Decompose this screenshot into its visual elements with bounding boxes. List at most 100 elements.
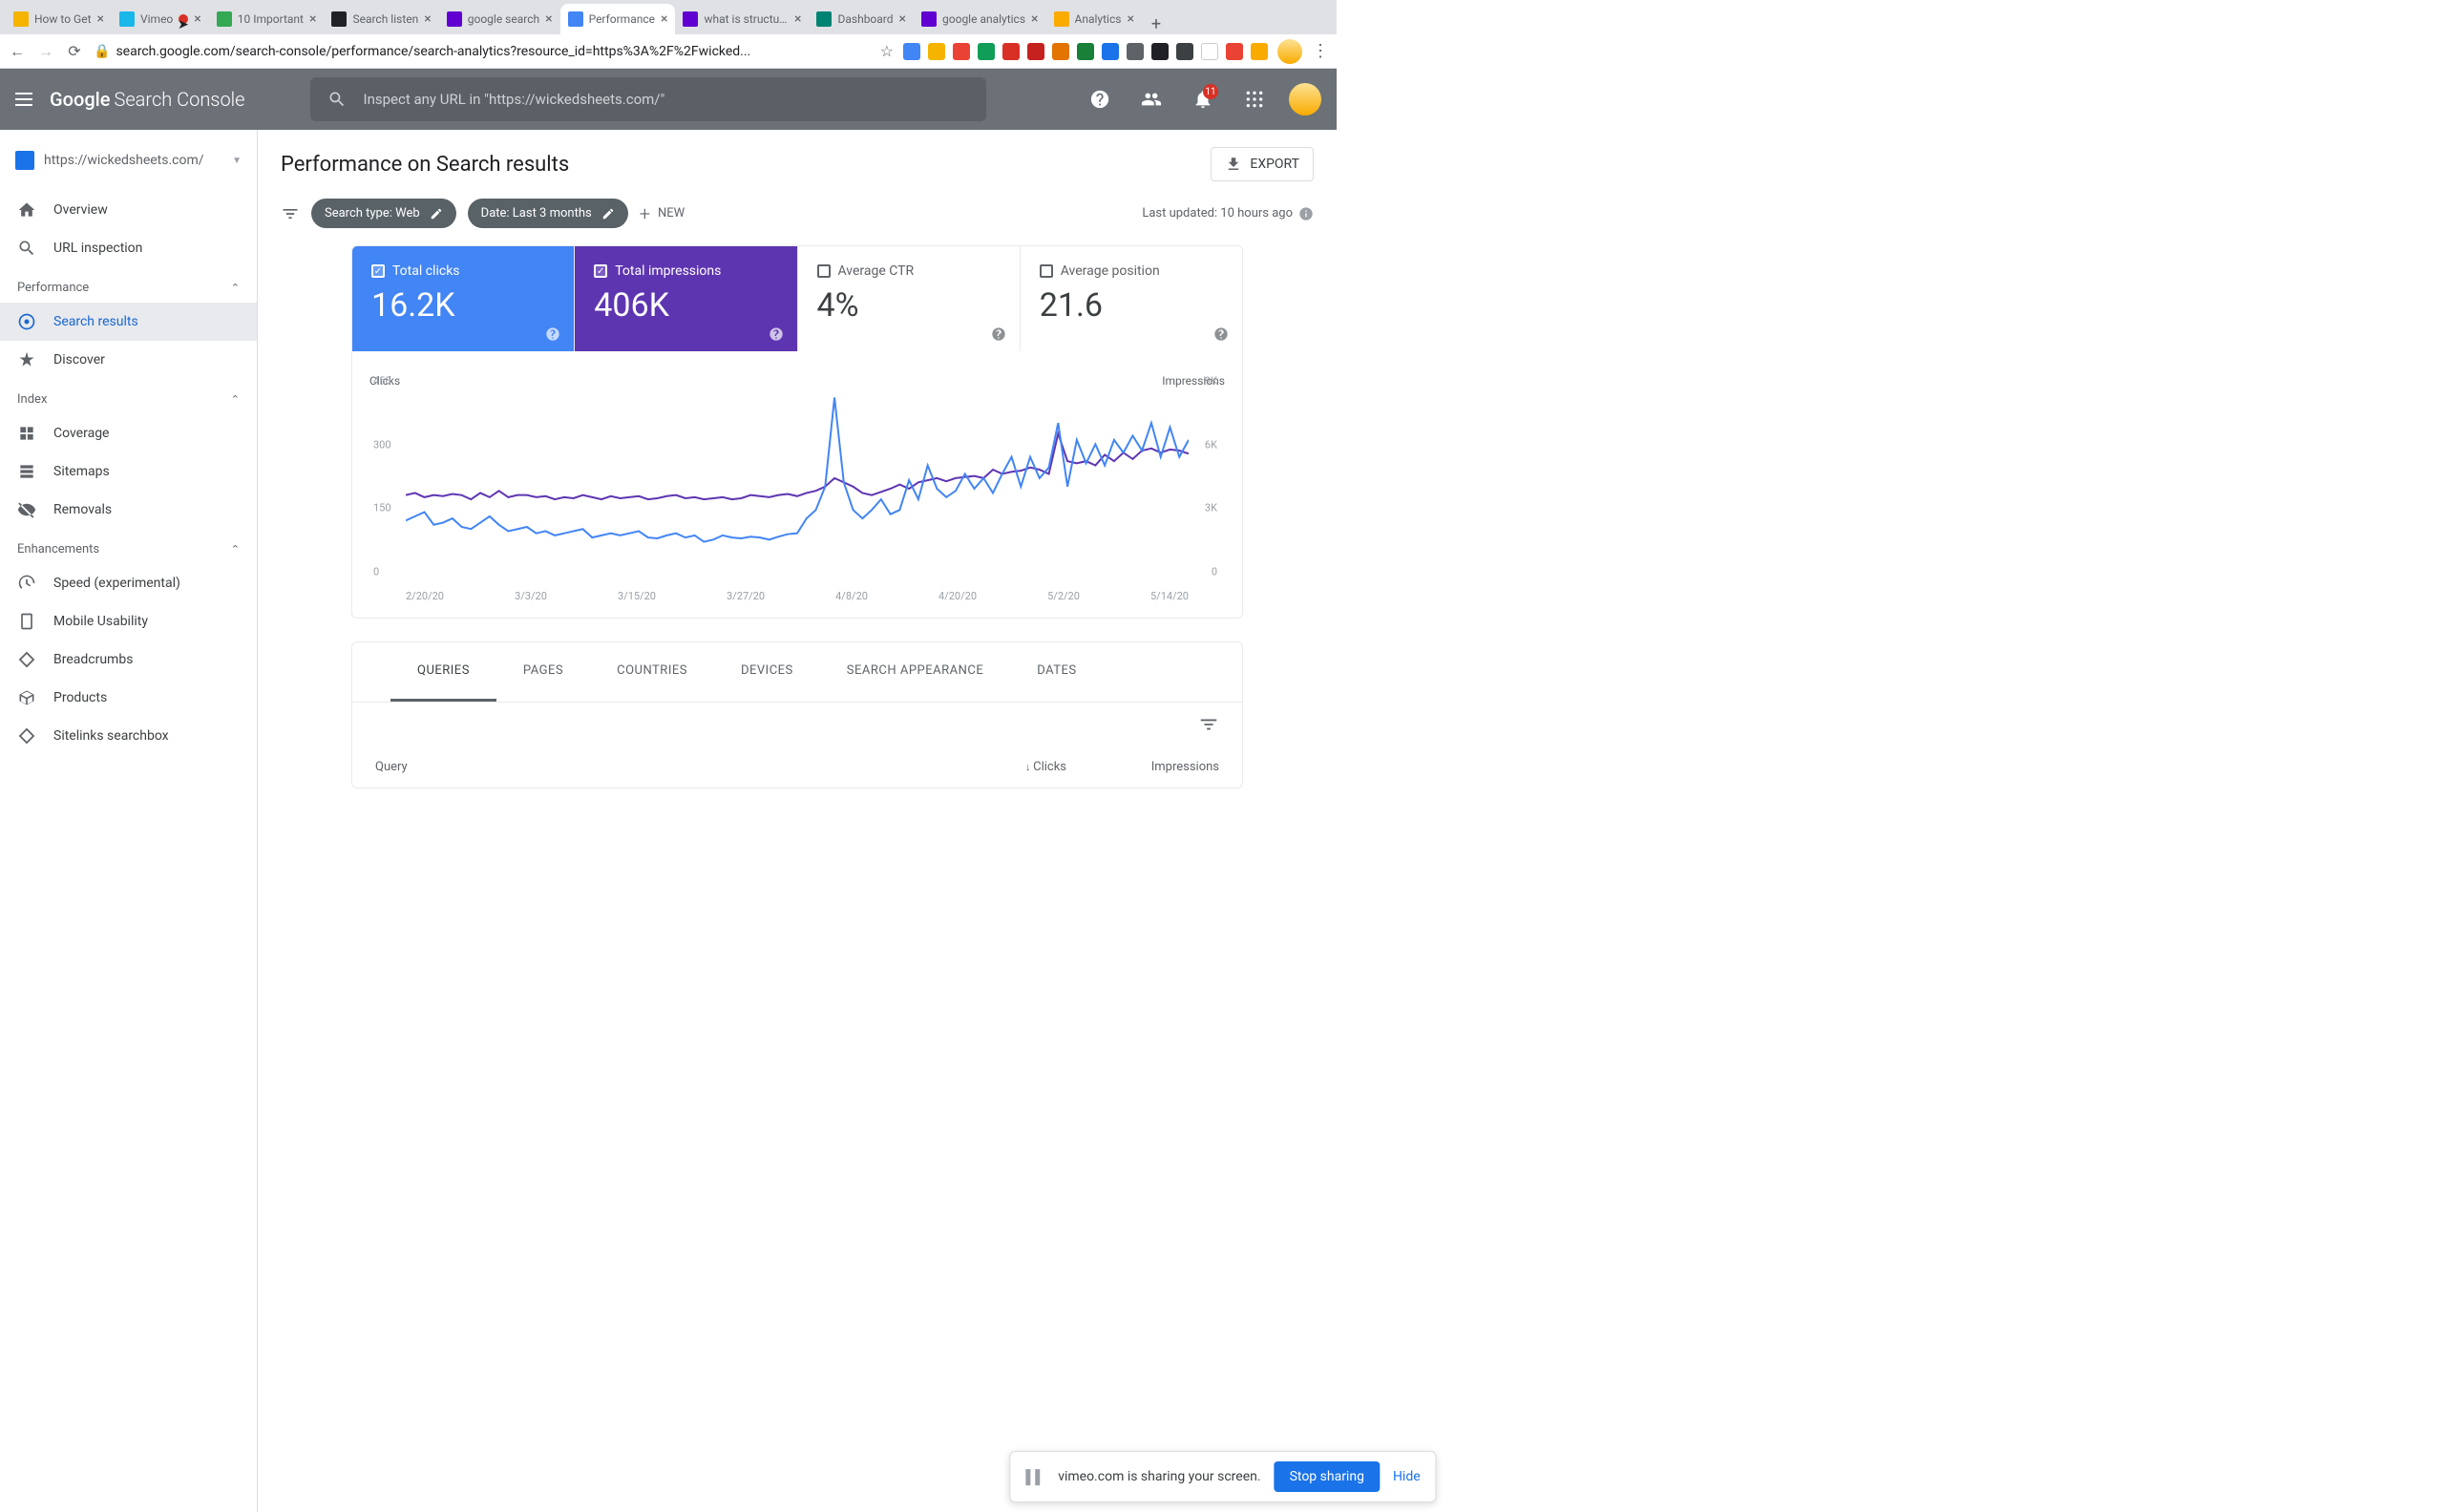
help-icon[interactable]: [1083, 82, 1117, 116]
property-selector[interactable]: https://wickedsheets.com/ ▼: [0, 141, 257, 179]
browser-tab[interactable]: Search listen×: [324, 4, 438, 34]
ext-icon[interactable]: [1226, 43, 1243, 60]
add-filter-button[interactable]: + NEW: [640, 202, 685, 225]
close-icon[interactable]: ×: [424, 11, 431, 27]
browser-tab[interactable]: google analytics×: [914, 4, 1046, 34]
browser-tab[interactable]: Analytics ×: [1046, 4, 1142, 34]
url-inspect-input[interactable]: [364, 91, 969, 108]
star-icon[interactable]: ☆: [880, 42, 894, 60]
ext-icon[interactable]: [1102, 43, 1119, 60]
metric-label: Total impressions: [615, 263, 721, 279]
ext-icon[interactable]: [1002, 43, 1020, 60]
ext-icon[interactable]: [928, 43, 945, 60]
filter-chip-date[interactable]: Date: Last 3 months: [468, 199, 628, 228]
apps-icon[interactable]: [1237, 82, 1272, 116]
share-message: vimeo.com is sharing your screen.: [1058, 1469, 1260, 1484]
sidebar-item[interactable]: Products: [0, 679, 257, 717]
favicon-icon: [1054, 11, 1069, 27]
ext-icon[interactable]: [1251, 43, 1268, 60]
tab-title: Analytics: [1075, 12, 1122, 26]
ext-icon[interactable]: [1201, 43, 1218, 60]
metric-card[interactable]: Total clicks16.2K: [352, 246, 575, 351]
close-icon[interactable]: ×: [794, 11, 801, 27]
notifications-icon[interactable]: 11: [1186, 82, 1220, 116]
new-tab-button[interactable]: +: [1142, 14, 1170, 34]
close-icon[interactable]: ×: [661, 11, 667, 27]
ext-icon[interactable]: [1176, 43, 1193, 60]
browser-tab[interactable]: what is structured×: [675, 4, 809, 34]
sidebar-item[interactable]: Discover: [0, 341, 257, 379]
col-clicks[interactable]: ↓ Clicks: [914, 760, 1066, 774]
sidebar-item[interactable]: Mobile Usability: [0, 602, 257, 640]
users-icon[interactable]: [1134, 82, 1169, 116]
close-icon[interactable]: ×: [1031, 11, 1038, 27]
browser-tab[interactable]: google search×: [439, 4, 560, 34]
ext-icon[interactable]: [903, 43, 920, 60]
table-tab[interactable]: QUERIES: [390, 642, 496, 702]
close-icon[interactable]: ×: [545, 11, 552, 27]
table-tab[interactable]: SEARCH APPEARANCE: [820, 642, 1010, 702]
col-query[interactable]: Query: [375, 760, 914, 774]
help-icon[interactable]: [769, 326, 784, 342]
sidebar-item[interactable]: Sitelinks searchbox: [0, 717, 257, 755]
menu-icon[interactable]: [15, 93, 32, 106]
table-tab[interactable]: PAGES: [496, 642, 590, 702]
browser-menu-icon[interactable]: ⋮: [1312, 41, 1329, 61]
url-field[interactable]: 🔒 search.google.com/search-console/perfo…: [94, 44, 871, 59]
sidebar-item[interactable]: Breadcrumbs: [0, 640, 257, 679]
account-avatar[interactable]: [1289, 83, 1321, 116]
info-icon[interactable]: [1298, 206, 1314, 221]
ext-icon[interactable]: [1151, 43, 1169, 60]
sidebar-item-url-inspection[interactable]: URL inspection: [0, 229, 257, 267]
ext-icon[interactable]: [1077, 43, 1094, 60]
sidebar-group[interactable]: Performance⌃: [0, 267, 257, 303]
browser-tab[interactable]: How to Get×: [6, 4, 112, 34]
forward-button[interactable]: →: [36, 42, 55, 61]
filter-icon[interactable]: [281, 204, 300, 223]
metric-card[interactable]: Total impressions406K: [575, 246, 797, 351]
stop-sharing-button[interactable]: Stop sharing: [1275, 1461, 1380, 1492]
search-icon: [327, 90, 347, 109]
ext-icon[interactable]: [1127, 43, 1144, 60]
table-tab[interactable]: COUNTRIES: [590, 642, 714, 702]
sidebar-item[interactable]: Speed (experimental): [0, 564, 257, 602]
ext-icon[interactable]: [1027, 43, 1044, 60]
export-button[interactable]: EXPORT: [1211, 147, 1314, 181]
url-inspect-search[interactable]: [310, 77, 986, 121]
filter-chip-searchtype[interactable]: Search type: Web: [311, 199, 456, 228]
table-tab[interactable]: DEVICES: [714, 642, 820, 702]
help-icon[interactable]: [991, 326, 1006, 342]
browser-tab[interactable]: Performance×: [560, 4, 676, 34]
sidebar-item[interactable]: Coverage: [0, 414, 257, 452]
ext-icon[interactable]: [1052, 43, 1069, 60]
close-icon[interactable]: ×: [899, 11, 906, 27]
sidebar-group[interactable]: Index⌃: [0, 379, 257, 414]
help-icon[interactable]: [545, 326, 560, 342]
chart-plot[interactable]: 015030045003K6K9K: [406, 393, 1189, 584]
sidebar-group[interactable]: Enhancements⌃: [0, 529, 257, 564]
profile-avatar[interactable]: [1277, 39, 1302, 64]
browser-tab[interactable]: 10 Important×: [209, 4, 325, 34]
browser-tab[interactable]: Vimeo×: [112, 4, 209, 34]
close-icon[interactable]: ×: [309, 11, 316, 27]
metric-card[interactable]: Average CTR4%: [798, 246, 1021, 351]
table-tab[interactable]: DATES: [1010, 642, 1103, 702]
close-icon[interactable]: ×: [1127, 11, 1133, 27]
sidebar-item[interactable]: Removals: [0, 491, 257, 529]
reload-button[interactable]: ⟳: [65, 42, 84, 60]
col-impressions[interactable]: Impressions: [1066, 760, 1219, 774]
browser-tab[interactable]: Dashboard×: [809, 4, 914, 34]
checkbox-icon: [817, 264, 831, 278]
help-icon[interactable]: [1213, 326, 1229, 342]
sidebar-item[interactable]: Sitemaps: [0, 452, 257, 491]
table-filter-icon[interactable]: [1198, 714, 1219, 735]
ext-icon[interactable]: [978, 43, 995, 60]
hide-button[interactable]: Hide: [1393, 1469, 1421, 1484]
sidebar-item[interactable]: Search results: [0, 303, 257, 341]
back-button[interactable]: ←: [8, 42, 27, 61]
sidebar-item-overview[interactable]: Overview: [0, 191, 257, 229]
ext-icon[interactable]: [953, 43, 970, 60]
close-icon[interactable]: ×: [194, 11, 200, 27]
close-icon[interactable]: ×: [97, 11, 104, 27]
metric-card[interactable]: Average position21.6: [1021, 246, 1242, 351]
